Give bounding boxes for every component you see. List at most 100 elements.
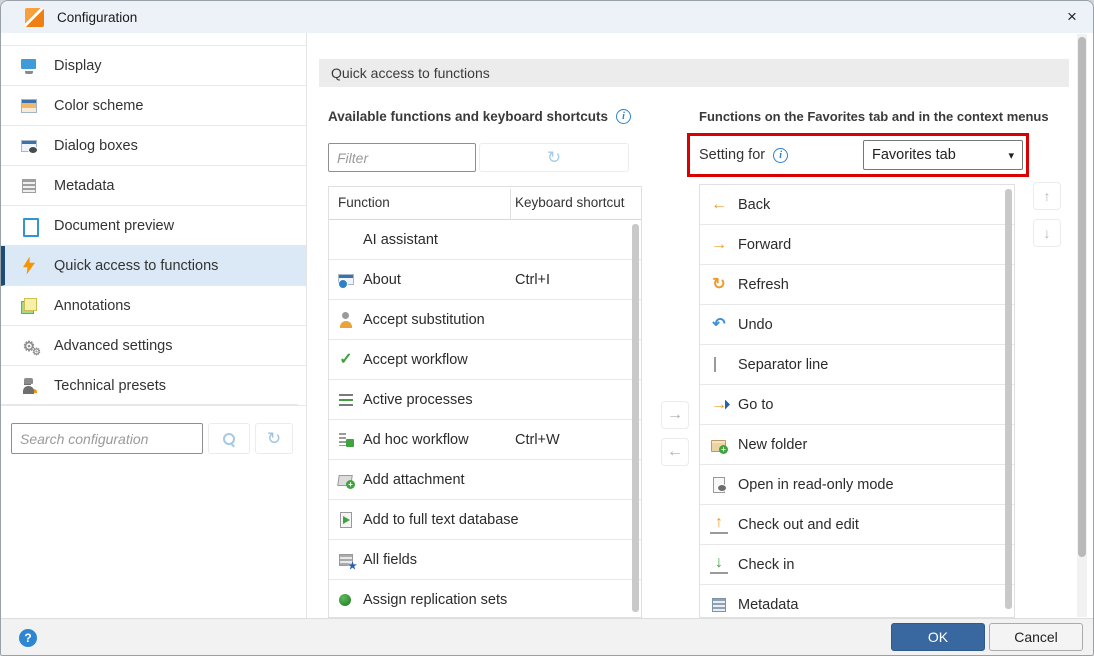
sidebar-item[interactable]: Document preview: [1, 206, 306, 246]
separator-icon: [710, 356, 728, 374]
section-header-label: Quick access to functions: [331, 65, 490, 81]
functions-rows: AI assistant About Ctrl+I Accept substit…: [329, 220, 641, 618]
info-icon[interactable]: i: [616, 109, 631, 124]
arrow-down-icon: ↓: [1044, 225, 1051, 241]
setting-for-dropdown[interactable]: Favorites tab ▾: [863, 140, 1023, 170]
move-down-button[interactable]: ↓: [1033, 219, 1061, 247]
read-only-icon: [710, 476, 728, 494]
info-icon[interactable]: i: [773, 148, 788, 163]
cancel-button[interactable]: Cancel: [989, 623, 1083, 651]
function-row[interactable]: AI assistant: [329, 220, 641, 260]
favorites-scrollbar[interactable]: [1005, 189, 1012, 609]
sidebar-item[interactable]: Quick access to functions: [1, 246, 306, 286]
favorites-items: ← Back → Forward ↻ Refresh ↶ Undo Separa…: [700, 185, 1014, 618]
setting-for-label: Setting for: [699, 147, 765, 163]
favorite-item[interactable]: New folder: [700, 425, 1014, 465]
sidebar-item[interactable]: Technical presets: [1, 366, 306, 406]
configuration-dialog: Configuration × Display Color scheme Dia…: [0, 0, 1094, 656]
window-scrollbar[interactable]: [1077, 34, 1087, 617]
function-row[interactable]: Add to full text database: [329, 500, 641, 540]
function-row[interactable]: About Ctrl+I: [329, 260, 641, 300]
functions-table-header: Function Keyboard shortcut: [329, 187, 641, 220]
sidebar-nav: Display Color scheme Dialog boxes Metada…: [1, 45, 306, 406]
no-icon: [337, 231, 355, 249]
search-button[interactable]: [208, 423, 250, 454]
add-attachment-icon: [337, 471, 355, 489]
function-row[interactable]: All fields: [329, 540, 641, 580]
accept-substitution-icon: [337, 311, 355, 329]
goto-icon: →: [710, 396, 728, 414]
favorite-item[interactable]: ← Back: [700, 185, 1014, 225]
sidebar-item[interactable]: Color scheme: [1, 86, 306, 126]
favorite-item[interactable]: Open in read-only mode: [700, 465, 1014, 505]
chevron-down-icon: ▾: [1008, 149, 1014, 162]
function-row[interactable]: Accept substitution: [329, 300, 641, 340]
favorite-item[interactable]: Separator line: [700, 345, 1014, 385]
function-row[interactable]: Assign replication sets: [329, 580, 641, 618]
sidebar-item[interactable]: Dialog boxes: [1, 126, 306, 166]
sidebar-item[interactable]: ⚙ Advanced settings: [1, 326, 306, 366]
search-icon: [222, 432, 236, 446]
window-scrollbar-thumb[interactable]: [1078, 37, 1086, 557]
setting-for-row: Setting for i Favorites tab ▾: [690, 136, 1026, 174]
undo-icon: ↶: [710, 316, 728, 334]
remove-from-favorites-button[interactable]: ←: [661, 438, 689, 466]
function-row[interactable]: Add attachment: [329, 460, 641, 500]
close-button[interactable]: ×: [1057, 4, 1087, 30]
refresh-icon: ↻: [710, 276, 728, 294]
function-row[interactable]: ✓ Accept workflow: [329, 340, 641, 380]
filter-reset-button[interactable]: ↻: [479, 143, 629, 172]
favorite-item[interactable]: → Forward: [700, 225, 1014, 265]
search-configuration-input[interactable]: [11, 423, 203, 454]
favorite-item[interactable]: → Go to: [700, 385, 1014, 425]
all-fields-icon: [337, 551, 355, 569]
annotations-icon: [20, 297, 38, 315]
favorite-item[interactable]: ↓ Check in: [700, 545, 1014, 585]
check-out-icon: ↑: [710, 516, 728, 534]
function-row[interactable]: Active processes: [329, 380, 641, 420]
main-panel: Quick access to functions Available func…: [308, 33, 1094, 618]
footer: ? OK Cancel: [1, 618, 1093, 656]
filter-input[interactable]: [328, 143, 476, 172]
move-up-button[interactable]: ↑: [1033, 182, 1061, 210]
dropdown-value: Favorites tab: [872, 147, 956, 163]
add-fulltext-icon: [337, 511, 355, 529]
functions-table: Function Keyboard shortcut AI assistant …: [328, 186, 642, 618]
function-row[interactable]: Ad hoc workflow Ctrl+W: [329, 420, 641, 460]
document-preview-icon: [20, 217, 38, 235]
metadata-item-icon: [710, 596, 728, 614]
dialog-boxes-icon: [20, 137, 38, 155]
favorites-heading: Functions on the Favorites tab and in th…: [699, 105, 1049, 127]
favorite-item[interactable]: Metadata: [700, 585, 1014, 618]
sidebar-item[interactable]: Annotations: [1, 286, 306, 326]
assign-replication-icon: [337, 591, 355, 609]
reset-icon: ↻: [547, 148, 561, 167]
column-header-shortcut[interactable]: Keyboard shortcut: [515, 195, 625, 210]
favorite-item[interactable]: ↻ Refresh: [700, 265, 1014, 305]
available-functions-heading: Available functions and keyboard shortcu…: [328, 105, 631, 127]
favorite-item[interactable]: ↑ Check out and edit: [700, 505, 1014, 545]
add-to-favorites-button[interactable]: →: [661, 401, 689, 429]
sidebar-reset-button[interactable]: ↻: [255, 423, 293, 454]
ad-hoc-workflow-icon: [337, 431, 355, 449]
section-header: Quick access to functions: [319, 59, 1069, 87]
sidebar-item[interactable]: Display: [1, 46, 306, 86]
arrow-right-icon: →: [667, 406, 683, 424]
sidebar-search: ↻: [1, 404, 298, 454]
arrow-up-icon: ↑: [1044, 188, 1051, 204]
sidebar-item[interactable]: Metadata: [1, 166, 306, 206]
functions-scrollbar[interactable]: [632, 224, 639, 612]
advanced-settings-icon: ⚙: [20, 337, 38, 355]
new-folder-icon: [710, 436, 728, 454]
display-icon: [20, 57, 38, 75]
help-button[interactable]: ?: [19, 629, 37, 647]
back-icon: ←: [710, 196, 728, 214]
reset-icon: ↻: [267, 429, 281, 449]
window-title: Configuration: [57, 10, 137, 25]
arrow-left-icon: ←: [667, 443, 683, 461]
ok-button[interactable]: OK: [891, 623, 985, 651]
titlebar: Configuration ×: [1, 1, 1093, 33]
column-header-function[interactable]: Function: [338, 195, 390, 210]
favorite-item[interactable]: ↶ Undo: [700, 305, 1014, 345]
color-scheme-icon: [20, 97, 38, 115]
